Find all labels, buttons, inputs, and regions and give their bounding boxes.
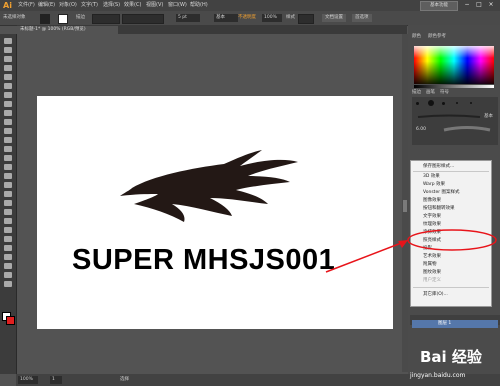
pen-tool-icon[interactable] (4, 74, 12, 80)
brush-dot-tiny[interactable] (456, 102, 458, 104)
app-logo-icon: Ai (3, 1, 12, 10)
status-bar: 100% 1 选择 (16, 374, 408, 386)
slice-tool-icon[interactable] (4, 263, 12, 269)
fill-color-well[interactable] (40, 14, 50, 24)
menu-warp-effects[interactable]: Warp 效果 (423, 181, 445, 188)
rotate-tool-icon[interactable] (4, 146, 12, 152)
tab-symbols[interactable]: 符号 (440, 89, 449, 96)
preferences-button[interactable]: 首选项 (352, 14, 372, 22)
menu-edit[interactable]: 编辑(E) (38, 1, 55, 10)
menu-bar: Ai 文件(F) 编辑(E) 对象(O) 文字(T) 选择(S) 效果(C) 视… (0, 0, 500, 11)
menu-type[interactable]: 文字(T) (81, 1, 98, 10)
brush-dot-small[interactable] (416, 102, 419, 105)
menu-file[interactable]: 文件(F) (18, 1, 35, 10)
tab-color[interactable]: 颜色 (412, 33, 421, 40)
blob-brush-tool-icon[interactable] (4, 128, 12, 134)
menu-other-library[interactable]: 其它库(O)... (423, 291, 448, 298)
menu-help[interactable]: 帮助(H) (190, 1, 208, 10)
brush-name: 基本 (484, 114, 493, 119)
tab-brushes[interactable]: 画笔 (426, 89, 435, 96)
menu-object[interactable]: 对象(O) (59, 1, 77, 10)
type-tool-icon[interactable] (4, 83, 12, 89)
layer-name: 图层 1 (438, 321, 452, 326)
rectangle-tool-icon[interactable] (4, 101, 12, 107)
brush-size-value: 6.00 (416, 127, 427, 132)
scale-tool-icon[interactable] (4, 155, 12, 161)
menu-image-effects[interactable]: 图像效果 (423, 197, 441, 204)
baidu-watermark-url: jingyan.baidu.com (410, 372, 466, 379)
menu-separator (413, 171, 489, 172)
brushes-panel: 基本 (412, 97, 498, 145)
eraser-tool-icon[interactable] (4, 137, 12, 143)
minimize-icon[interactable]: − (462, 1, 472, 9)
direct-selection-tool-icon[interactable] (4, 47, 12, 53)
stroke-color-well[interactable] (58, 14, 68, 24)
brush-style-select[interactable]: 基本 (214, 14, 238, 22)
charcoal-brush-preview-icon[interactable] (442, 125, 492, 135)
brush-stroke-preview-icon[interactable] (416, 114, 482, 120)
menu-vonster-styles[interactable]: Vonster 图案样式 (423, 189, 460, 196)
tab-color-guide[interactable]: 颜色参考 (428, 33, 446, 40)
grayscale-strip[interactable] (414, 85, 494, 88)
baidu-watermark-logo: Bai 经验 (420, 348, 482, 366)
stroke-swatch[interactable] (6, 316, 15, 325)
variable-width-select[interactable] (122, 14, 164, 24)
selection-tool-icon[interactable] (4, 38, 12, 44)
eyedropper-tool-icon[interactable] (4, 218, 12, 224)
color-spectrum-highlight (414, 46, 494, 58)
shape-builder-tool-icon[interactable] (4, 182, 12, 188)
menu-view[interactable]: 视图(V) (146, 1, 163, 10)
window-controls: − □ × (462, 1, 498, 10)
opacity-field[interactable]: 100% (262, 14, 282, 22)
magic-wand-tool-icon[interactable] (4, 56, 12, 62)
artboard-tool-icon[interactable] (4, 254, 12, 260)
blend-tool-icon[interactable] (4, 227, 12, 233)
lasso-tool-icon[interactable] (4, 65, 12, 71)
control-bar: 未选择对象 描边 5 pt 基本 不透明度 100% 样式 文档设置 首选项 (0, 11, 500, 26)
layer-row[interactable]: 图层 1 (412, 320, 498, 328)
paintbrush-tool-icon[interactable] (4, 110, 12, 116)
scrollbar-thumb[interactable] (403, 200, 407, 212)
workspace-switcher[interactable]: 基本功能 (420, 1, 458, 11)
artboard-number-field[interactable]: 1 (50, 376, 62, 384)
graph-tool-icon[interactable] (4, 245, 12, 251)
document-tab[interactable]: 未标题-1* @ 100% (RGB/预览) (17, 26, 118, 34)
menu-select[interactable]: 选择(S) (103, 1, 120, 10)
stroke-label: 描边 (76, 15, 85, 20)
opacity-label[interactable]: 不透明度 (238, 14, 256, 22)
zoom-field[interactable]: 100% (18, 376, 38, 384)
close-icon[interactable]: × (486, 1, 496, 9)
menu-type-effects[interactable]: 文字效果 (423, 213, 441, 220)
zoom-tool-icon[interactable] (4, 281, 12, 287)
hand-tool-icon[interactable] (4, 272, 12, 278)
style-swatch[interactable] (298, 14, 314, 24)
menu-window[interactable]: 窗口(W) (168, 1, 187, 10)
menu-3d-effects[interactable]: 3D 效果 (423, 173, 440, 180)
tab-stroke[interactable]: 描边 (412, 89, 421, 96)
brush-dot-tiny-2[interactable] (470, 102, 472, 104)
line-tool-icon[interactable] (4, 92, 12, 98)
maximize-icon[interactable]: □ (474, 1, 484, 9)
width-tool-icon[interactable] (4, 164, 12, 170)
gradient-tool-icon[interactable] (4, 209, 12, 215)
pencil-tool-icon[interactable] (4, 119, 12, 125)
brush-dot-medium[interactable] (442, 102, 445, 105)
stroke-weight-field[interactable] (92, 14, 120, 24)
brush-size-select[interactable]: 5 pt (176, 14, 200, 22)
current-tool-status: 选择 (120, 377, 129, 382)
annotation-arrow-icon (325, 229, 497, 273)
symbol-sprayer-tool-icon[interactable] (4, 236, 12, 242)
selection-status: 未选择对象 (3, 15, 26, 20)
brush-stroke-artwork[interactable] (112, 146, 302, 226)
menu-save-graphic-style[interactable]: 保存图形样式... (423, 163, 454, 170)
document-setup-button[interactable]: 文档设置 (322, 14, 346, 22)
brush-dot-large[interactable] (428, 100, 434, 106)
perspective-grid-tool-icon[interactable] (4, 191, 12, 197)
menu-effect[interactable]: 效果(C) (124, 1, 141, 10)
free-transform-tool-icon[interactable] (4, 173, 12, 179)
style-label: 样式 (286, 15, 295, 20)
menu-button-rollover[interactable]: 按钮和翻转效果 (423, 205, 455, 212)
mesh-tool-icon[interactable] (4, 200, 12, 206)
